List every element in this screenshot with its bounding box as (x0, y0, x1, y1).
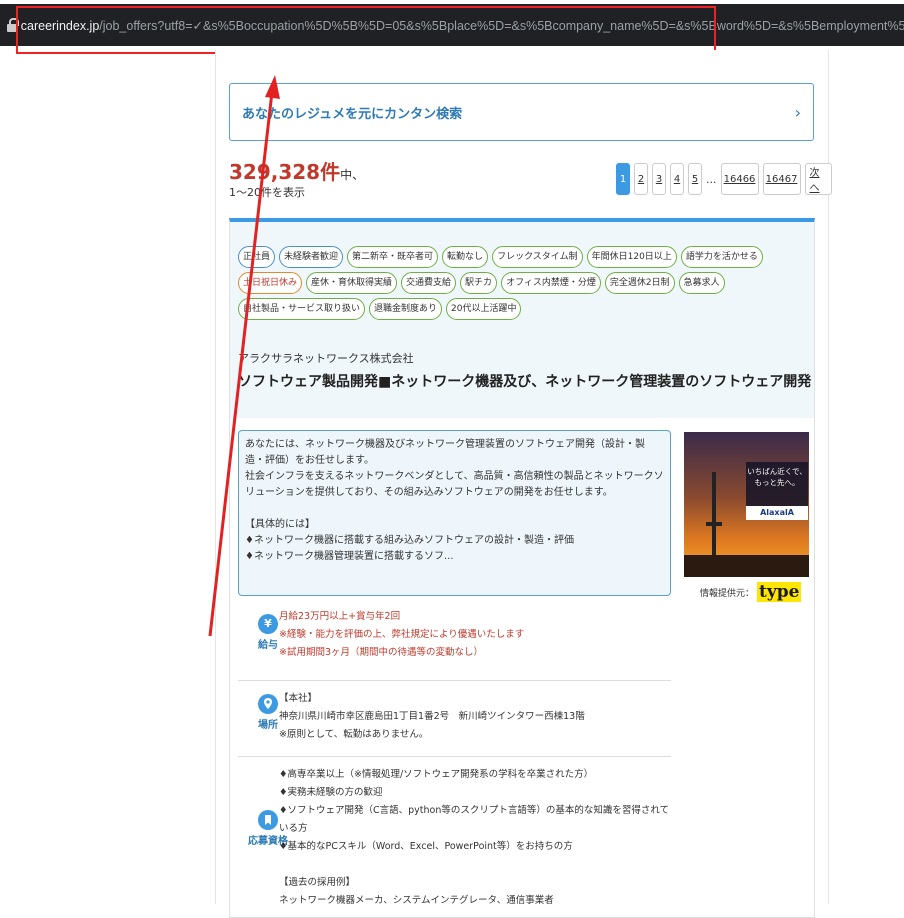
resume-search-button[interactable]: あなたのレジュメを元にカンタン検索 › (229, 83, 814, 141)
tag-badge: 土日祝日休み (238, 272, 303, 294)
description-line: ♦ネットワーク機器管理装置に搭載するソフ... (245, 551, 454, 562)
location-row: 場所 【本社】 神奈川県川崎市幸区鹿島田1丁目1番2号 新川崎ツインタワー西棟1… (238, 680, 671, 757)
salary-line: ※試用期間3ヶ月（期間中の待遇等の変動なし） (279, 647, 484, 658)
page-2-button[interactable]: 2 (634, 163, 648, 195)
tag-badge: フレックスタイム制 (492, 246, 583, 268)
page-16466-button[interactable]: 16466 (720, 163, 759, 195)
result-count-suffix: 中、 (340, 168, 365, 182)
next-page-button[interactable]: 次へ (804, 163, 833, 195)
salary-row: ¥ 給与 月給23万円以上+賞与年2回 ※経験・能力を評価の上、弊社規定により優… (238, 604, 671, 681)
page-1-button[interactable]: 1 (616, 163, 630, 195)
tag-badge: 産休・育休取得実績 (306, 272, 398, 294)
description-line: 【具体的には】 (245, 519, 315, 530)
ad-copy-line: もっと先へ。 (754, 478, 800, 487)
browser-toolbar: careerindex.jp/job_offers?utf8=✓&s%5Bocc… (0, 0, 904, 54)
description-line (245, 501, 664, 517)
tag-badge: 駅チカ (460, 272, 498, 294)
tag-badge: 語学力を活かせる (680, 246, 763, 268)
description-line: 社会インフラを支えるネットワークベンダとして、高品質・高信頼性の製品とネットワー… (245, 471, 664, 498)
tag-badge: 年間休日120日以上 (586, 246, 677, 268)
job-card-header: 正社員 未経験者歓迎 第二新卒・既卒者可 転勤なし フレックスタイム制 年間休日120日以… (230, 222, 814, 418)
pagination: 1 2 3 4 5 ... 16466 16467 次へ (616, 163, 833, 195)
description-line: ♦ネットワーク機器に搭載する組み込みソフトウェアの設計・製造・評価 (245, 535, 574, 546)
requirements-line: 【過去の採用例】 (279, 877, 356, 888)
description-line: あなたには、ネットワーク機器及びネットワーク管理装置のソフトウェア開発（設計・製… (245, 439, 645, 466)
company-name[interactable]: アラクサラネットワークス株式会社 (238, 350, 414, 366)
tag-badge: 退職金制度あり (369, 298, 443, 320)
salary-line: 月給23万円以上+賞与年2回 (279, 611, 401, 622)
type-logo[interactable]: type (757, 582, 802, 602)
job-card[interactable]: 正社員 未経験者歓迎 第二新卒・既卒者可 転勤なし フレックスタイム制 年間休日120日以… (229, 218, 815, 918)
map-pin-icon (258, 694, 278, 714)
requirements-line: ♦ソフトウェア開発（C言語、python等のスクリプト言語等）の基本的な知識を習… (279, 805, 670, 834)
requirements-line: ネットワーク機器メーカ、システムインテグレータ、通信事業者 (279, 895, 554, 906)
tag-badge: 自社製品・サービス取り扱い (238, 298, 366, 320)
ad-copy-line: いちばん近くで、 (747, 467, 807, 476)
skyline-shape (684, 555, 809, 577)
resume-search-label: あなたのレジュメを元にカンタン検索 (242, 106, 463, 122)
page-3-button[interactable]: 3 (652, 163, 666, 195)
requirements-text: ♦高専卒業以上（※情報処理/ソフトウェア開発系の学科を卒業された方） ♦実務未経… (279, 766, 671, 910)
pagination-ellipsis: ... (706, 172, 717, 186)
tag-badge: 第二新卒・既卒者可 (347, 246, 439, 268)
tag-badge: 急募求人 (678, 272, 725, 294)
tag-list: 正社員 未経験者歓迎 第二新卒・既卒者可 転勤なし フレックスタイム制 年間休日120日以… (238, 246, 808, 320)
tag-badge: オフィス内禁煙・分煙 (501, 272, 601, 294)
annotation-highlight-box (16, 6, 716, 54)
yen-icon: ¥ (258, 614, 278, 634)
page-4-button[interactable]: 4 (670, 163, 684, 195)
job-description[interactable]: あなたには、ネットワーク機器及びネットワーク管理装置のソフトウェア開発（設計・製… (238, 430, 671, 596)
tag-badge: 未経験者歓迎 (279, 246, 344, 268)
salary-text: 月給23万円以上+賞与年2回 ※経験・能力を評価の上、弊社規定により優遇いたしま… (279, 608, 524, 662)
page-16467-button[interactable]: 16467 (762, 163, 801, 195)
tag-badge: 完全週休2日制 (604, 272, 675, 294)
requirements-row: 応募資格 ♦高専卒業以上（※情報処理/ソフトウェア開発系の学科を卒業された方） … (238, 756, 671, 916)
location-line: 神奈川県川崎市幸区鹿島田1丁目1番2号 新川崎ツインタワー西棟13階 (279, 711, 585, 722)
ad-credit-label: 情報提供元： (700, 588, 755, 599)
bookmark-icon (258, 810, 278, 830)
requirements-line: ♦高専卒業以上（※情報処理/ソフトウェア開発系の学科を卒業された方） (279, 769, 594, 780)
tag-badge: 正社員 (238, 246, 276, 268)
tag-badge: 交通費支給 (401, 272, 457, 294)
result-count: 329,328件中、 (229, 156, 364, 185)
ad-credit: 情報提供元： type (700, 582, 802, 602)
result-range: 1〜20件を表示 (229, 186, 305, 199)
job-title[interactable]: ソフトウェア製品開発■ネットワーク機器及び、ネットワーク管理装置のソフトウェア開… (238, 371, 811, 391)
location-line: ※原則として、転勤はありません。 (279, 729, 429, 740)
salary-line: ※経験・能力を評価の上、弊社規定により優遇いたします (279, 629, 525, 640)
requirements-line (279, 856, 671, 874)
tag-badge: 転勤なし (442, 246, 489, 268)
page-5-button[interactable]: 5 (688, 163, 702, 195)
location-line: 【本社】 (279, 693, 318, 704)
requirements-line: ♦実務未経験の方の歓迎 (279, 787, 383, 798)
company-ad-image[interactable]: いちばん近くで、 もっと先へ。 AlaxalA (684, 432, 809, 577)
main-column: あなたのレジュメを元にカンタン検索 › 329,328件中、 1〜20件を表示 … (215, 50, 833, 918)
requirements-line: ♦基本的なPCスキル（Word、Excel、PowerPoint等）をお持ちの方 (279, 841, 573, 852)
result-count-number: 329,328件 (229, 160, 341, 184)
ad-brand-logo: AlaxalA (746, 506, 808, 520)
tag-badge: 20代以上活躍中 (446, 298, 522, 320)
location-text: 【本社】 神奈川県川崎市幸区鹿島田1丁目1番2号 新川崎ツインタワー西棟13階 … (279, 690, 585, 744)
tower-deck-shape (706, 522, 722, 526)
chevron-right-icon: › (794, 102, 801, 122)
